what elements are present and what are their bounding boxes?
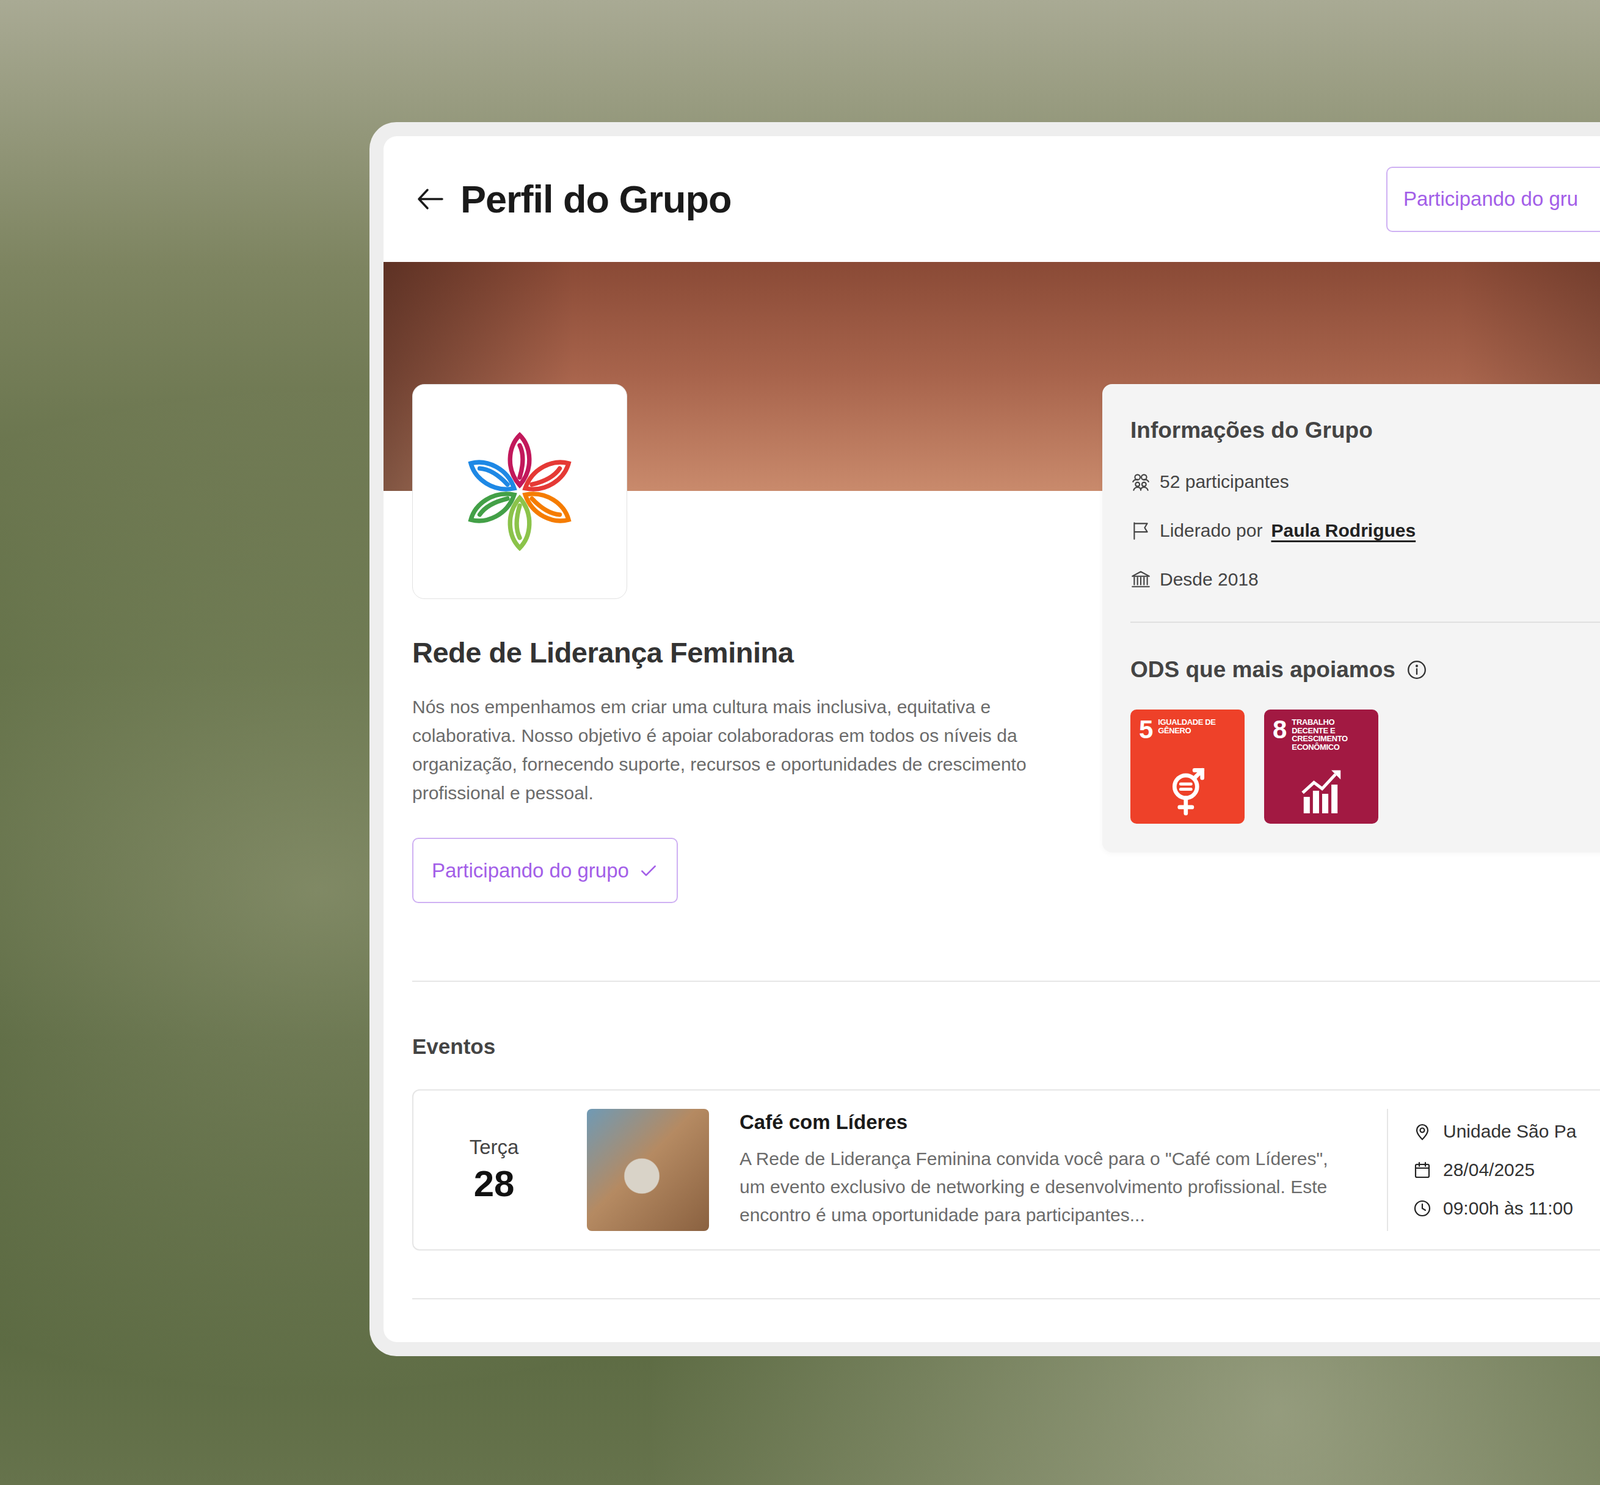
header: Perfil do Grupo Participando do gru bbox=[383, 136, 1600, 262]
leader-link[interactable]: Paula Rodrigues bbox=[1270, 520, 1416, 542]
gender-equality-icon bbox=[1162, 765, 1215, 817]
join-group-button-label: Participando do grupo bbox=[431, 859, 630, 883]
content: Rede de Liderança Feminina Nós nos empenh… bbox=[383, 490, 1600, 1343]
group-info-item: Liderado por Paula Rodrigues bbox=[1130, 516, 1600, 545]
group-description: Nós nos empenhamos em criar uma cultura … bbox=[412, 692, 1069, 808]
event-location-text: Unidade São Pa bbox=[1443, 1121, 1577, 1142]
event-text: Café com Líderes A Rede de Liderança Femi… bbox=[739, 1099, 1354, 1241]
clock-icon bbox=[1412, 1198, 1433, 1219]
back-arrow-icon bbox=[415, 183, 446, 215]
ods-list: 5IGUALDADE DE GÊNERO 8TRABALHO DECENTE E … bbox=[1130, 709, 1600, 824]
event-date: 28/04/2025 bbox=[1412, 1157, 1577, 1184]
ods-tile-header: 8TRABALHO DECENTE E CRESCIMENTO ECONÔMIC… bbox=[1272, 716, 1371, 752]
events-section: Eventos Terça 28 Café com Líderes A Rede de … bbox=[412, 1034, 1600, 1251]
join-group-button-label: Participando do gru bbox=[1403, 187, 1579, 211]
group-info-item: 52 participantes bbox=[1130, 467, 1600, 496]
calendar-icon bbox=[1412, 1160, 1433, 1180]
ods-number: 5 bbox=[1138, 716, 1153, 743]
group-overview: Rede de Liderança Feminina Nós nos empenh… bbox=[412, 490, 1600, 904]
ods-tile[interactable]: 8TRABALHO DECENTE E CRESCIMENTO ECONÔMIC… bbox=[1264, 709, 1379, 824]
event-title: Café com Líderes bbox=[739, 1110, 1354, 1135]
group-info-text: Desde 2018 bbox=[1159, 569, 1259, 590]
divider bbox=[412, 980, 1600, 982]
group-info-panel: Informações do Grupo 52 participantes Lide… bbox=[1102, 384, 1600, 853]
info-icon[interactable] bbox=[1406, 659, 1428, 681]
event-meta: Unidade São Pa 28/04/2025 09:00h às 11:00 bbox=[1386, 1109, 1577, 1232]
ods-title: ODS que mais apoiamos bbox=[1130, 657, 1396, 683]
flag-icon bbox=[1130, 520, 1152, 542]
group-profile-card: Perfil do Grupo Participando do gru Rede d… bbox=[383, 136, 1600, 1343]
events-title: Eventos bbox=[412, 1034, 1600, 1059]
group-info-item: Desde 2018 bbox=[1130, 565, 1600, 594]
ods-tile[interactable]: 5IGUALDADE DE GÊNERO bbox=[1130, 709, 1245, 824]
event-time: 09:00h às 11:00 bbox=[1412, 1195, 1577, 1222]
ods-header: ODS que mais apoiamos bbox=[1130, 657, 1600, 683]
economic-growth-icon bbox=[1296, 765, 1348, 817]
event-day-number: 28 bbox=[473, 1163, 515, 1205]
group-details: Rede de Liderança Feminina Nós nos empenh… bbox=[412, 490, 1084, 904]
flower-logo-icon bbox=[455, 427, 584, 556]
institution-icon bbox=[1130, 569, 1152, 590]
group-logo bbox=[412, 384, 628, 600]
join-group-button[interactable]: Participando do grupo bbox=[412, 837, 678, 904]
group-info-text: 52 participantes bbox=[1159, 471, 1290, 493]
location-pin-icon bbox=[1412, 1121, 1433, 1142]
group-name: Rede de Liderança Feminina bbox=[412, 635, 1084, 670]
page-title: Perfil do Grupo bbox=[460, 177, 732, 222]
ods-number: 8 bbox=[1272, 716, 1287, 743]
group-info-title: Informações do Grupo bbox=[1130, 417, 1600, 444]
ods-tile-header: 5IGUALDADE DE GÊNERO bbox=[1138, 716, 1238, 743]
group-info-list: 52 participantes Liderado por Paula Rodrig… bbox=[1130, 467, 1600, 594]
divider bbox=[1130, 621, 1600, 623]
check-icon bbox=[638, 861, 659, 881]
event-weekday: Terça bbox=[469, 1135, 520, 1160]
event-description: A Rede de Liderança Feminina convida voc… bbox=[739, 1145, 1354, 1230]
window-frame: Perfil do Grupo Participando do gru Rede d… bbox=[369, 122, 1600, 1357]
header-title-area: Perfil do Grupo bbox=[415, 177, 1387, 222]
back-button[interactable] bbox=[415, 183, 446, 215]
event-date-text: 28/04/2025 bbox=[1443, 1159, 1535, 1181]
event-time-text: 09:00h às 11:00 bbox=[1443, 1198, 1574, 1219]
page: Perfil do Grupo Participando do gru Rede d… bbox=[0, 0, 1600, 1485]
divider bbox=[412, 1298, 1600, 1300]
ods-label: IGUALDADE DE GÊNERO bbox=[1157, 716, 1233, 735]
people-icon bbox=[1130, 471, 1152, 493]
event-location: Unidade São Pa bbox=[1412, 1118, 1577, 1146]
event-day: Terça 28 bbox=[413, 1135, 575, 1205]
join-group-button[interactable]: Participando do gru bbox=[1386, 166, 1600, 233]
ods-label: TRABALHO DECENTE E CRESCIMENTO ECONÔMICO bbox=[1291, 716, 1367, 752]
event-photo bbox=[586, 1109, 710, 1232]
event-card[interactable]: Terça 28 Café com Líderes A Rede de Lideran… bbox=[412, 1089, 1600, 1251]
group-info-text: Liderado por bbox=[1159, 520, 1263, 542]
